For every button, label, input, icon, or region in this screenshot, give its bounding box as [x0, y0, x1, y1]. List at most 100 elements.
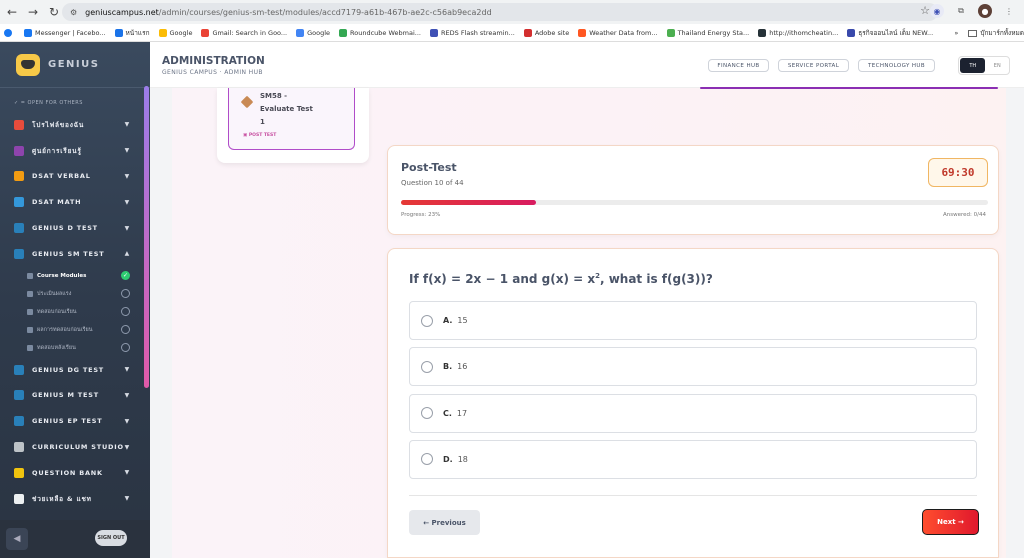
chevron-down-icon[interactable]: ▼ — [125, 444, 130, 451]
service-portal-button[interactable]: SERVICE PORTAL — [778, 59, 849, 72]
bookmark-favicon-icon — [201, 28, 210, 37]
bookmark-item[interactable]: Google — [158, 28, 193, 37]
bookmark-star-icon[interactable]: ☆ — [920, 4, 930, 17]
chevron-down-icon[interactable]: ▼ — [125, 418, 130, 425]
chevron-down-icon[interactable]: ▼ — [125, 121, 130, 128]
sidebar-item-icon — [14, 364, 24, 375]
all-bookmarks-link[interactable]: บุ๊กมาร์กทั้งหมด — [980, 28, 1024, 38]
chevron-down-icon[interactable]: ▼ — [125, 199, 130, 206]
bookmark-item[interactable]: Roundcube Webmai... — [339, 28, 421, 37]
sidebar-subitem[interactable]: ผลการทดสอบก่อนเรียน — [0, 321, 150, 339]
answer-option[interactable]: A. 15 — [409, 301, 977, 340]
bookmark-label: http://ithomcheatin... — [769, 28, 839, 37]
answer-option[interactable]: B. 16 — [409, 347, 977, 387]
sidebar-item[interactable]: GENIUS EP TEST ▼ — [0, 408, 150, 434]
sidebar-item[interactable]: QUESTION BANK ▼ — [0, 460, 150, 486]
sidebar-item[interactable]: GENIUS SM TEST ▲ — [0, 241, 150, 267]
radio-icon[interactable] — [421, 407, 433, 420]
puzzle-icon[interactable]: ⧉ — [954, 4, 968, 18]
sidebar-item[interactable]: DSAT VERBAL ▼ — [0, 164, 150, 190]
answered-label: Answered: 0/44 — [943, 212, 986, 218]
chevron-down-icon[interactable]: ▼ — [125, 392, 130, 399]
bookmark-item[interactable]: Adobe site — [523, 28, 570, 37]
chevron-down-icon[interactable]: ▼ — [125, 147, 130, 154]
answer-option[interactable]: D. 18 — [409, 439, 977, 479]
sidebar-item[interactable]: DSAT MATH ▼ — [0, 189, 150, 215]
sidebar-logo[interactable]: GENIUS — [0, 42, 150, 88]
collapse-sidebar-icon[interactable]: ◀ — [6, 528, 28, 550]
url-text: geniuscampus.net/admin/courses/genius-sm… — [85, 7, 492, 17]
chevron-down-icon[interactable]: ▼ — [125, 469, 130, 476]
option-letter: D. — [443, 454, 453, 464]
sidebar-item[interactable]: ศูนย์การเรียนรู้ ▼ — [0, 138, 150, 164]
sidebar-item-label: DSAT VERBAL — [32, 172, 91, 181]
sidebar-item-icon — [14, 390, 24, 401]
next-button[interactable]: Next → — [922, 509, 979, 535]
sidebar-item[interactable]: GENIUS M TEST ▼ — [0, 383, 150, 409]
option-letter: C. — [443, 408, 452, 418]
sidebar-item-label: GENIUS DG TEST — [32, 365, 105, 374]
sidebar-subitem[interactable]: ประเมินผลแรง — [0, 285, 150, 303]
bookmark-item[interactable]: Thailand Energy Sta... — [666, 28, 749, 37]
address-bar[interactable]: ⚙ geniuscampus.net/admin/courses/genius-… — [62, 3, 938, 21]
bookmark-favicon-icon — [523, 28, 532, 37]
option-value: 16 — [457, 362, 468, 372]
bookmark-overflow-icon[interactable]: » — [954, 29, 958, 37]
finance-hub-button[interactable]: FINANCE HUB — [708, 59, 769, 72]
chevron-down-icon[interactable]: ▼ — [125, 495, 130, 502]
bookmark-item[interactable]: Google — [296, 28, 330, 37]
bookmark-item[interactable]: ธุรกิจออนไลน์ เต็ม NEW... — [847, 28, 933, 38]
option-value: 15 — [457, 316, 468, 325]
chevron-down-icon[interactable]: ▼ — [125, 366, 130, 373]
sidebar-subitem[interactable]: ทดสอบหลังเรียน — [0, 339, 150, 357]
sidebar-item[interactable]: GENIUS DG TEST ▼ — [0, 357, 150, 383]
chevron-down-icon[interactable]: ▼ — [125, 173, 130, 180]
logo-text: GENIUS — [48, 59, 100, 70]
bookmark-label: Adobe site — [534, 28, 570, 37]
sidebar-item[interactable]: CURRICULUM STUDIO ▼ — [0, 434, 150, 460]
language-toggle[interactable]: TH EN — [958, 56, 1010, 75]
bookmark-label: REDS Flash streamin... — [441, 28, 515, 37]
sidebar-item-icon — [14, 223, 24, 234]
answer-option[interactable]: C. 17 — [409, 393, 977, 433]
bookmark-item[interactable]: Messenger | Facebo... — [24, 28, 106, 37]
bookmark-favicon-icon — [158, 28, 167, 37]
technology-hub-button[interactable]: TECHNOLOGY HUB — [858, 59, 935, 72]
extension-icon[interactable]: ◉ — [930, 4, 944, 18]
back-icon[interactable]: ← — [3, 3, 21, 21]
sidebar-item[interactable]: GENIUS D TEST ▼ — [0, 215, 150, 241]
lang-th-option[interactable]: TH — [960, 58, 986, 73]
menu-icon[interactable]: ⋮ — [1002, 4, 1016, 18]
bookmark-item[interactable]: Weather Data from... — [578, 28, 658, 37]
document-icon — [27, 308, 33, 315]
module-item[interactable]: SM58 - Evaluate Test 1 ▣ POST TEST — [228, 88, 355, 150]
radio-icon[interactable] — [421, 360, 433, 373]
bookmark-item[interactable]: REDS Flash streamin... — [430, 28, 515, 37]
sidebar-item[interactable]: โปรไฟล์ของฉัน ▼ — [0, 112, 150, 138]
lang-en-option[interactable]: EN — [985, 63, 1009, 69]
chevron-up-icon[interactable]: ▲ — [125, 250, 130, 257]
bookmark-facebook-icon[interactable] — [4, 28, 15, 37]
chevron-down-icon[interactable]: ▼ — [125, 225, 130, 232]
sign-out-button[interactable]: SIGN OUT — [95, 530, 127, 546]
question-card: If f(x) = 2x − 1 and g(x) = x2, what is … — [387, 248, 999, 558]
sidebar-subitem[interactable]: ทดสอบก่อนเรียน — [0, 303, 150, 321]
bookmark-item[interactable]: Gmail: Search in Goo... — [201, 28, 287, 37]
profile-avatar[interactable]: ● — [978, 4, 992, 18]
bookmark-favicon-icon — [296, 28, 305, 37]
bookmark-item[interactable]: หน้าแรก — [114, 28, 150, 38]
top-header: ADMINISTRATION GENIUS CAMPUS · ADMIN HUB… — [150, 42, 1024, 88]
site-info-icon[interactable]: ⚙ — [70, 8, 77, 17]
circle-icon — [121, 343, 130, 353]
bookmark-label: Google — [169, 28, 193, 37]
radio-icon[interactable] — [421, 453, 433, 466]
previous-button[interactable]: ← Previous — [409, 510, 480, 535]
sidebar-item-label: ช่วยเหลือ & แชท — [32, 494, 92, 503]
sidebar-scrollbar[interactable] — [144, 86, 149, 388]
reload-icon[interactable]: ↻ — [45, 3, 63, 21]
sidebar-item[interactable]: ช่วยเหลือ & แชท ▼ — [0, 486, 150, 512]
bookmark-item[interactable]: http://ithomcheatin... — [758, 28, 839, 37]
forward-icon[interactable]: → — [24, 3, 42, 21]
radio-icon[interactable] — [421, 314, 433, 327]
sidebar-subitem[interactable]: Course Modules ✓ — [0, 267, 150, 285]
